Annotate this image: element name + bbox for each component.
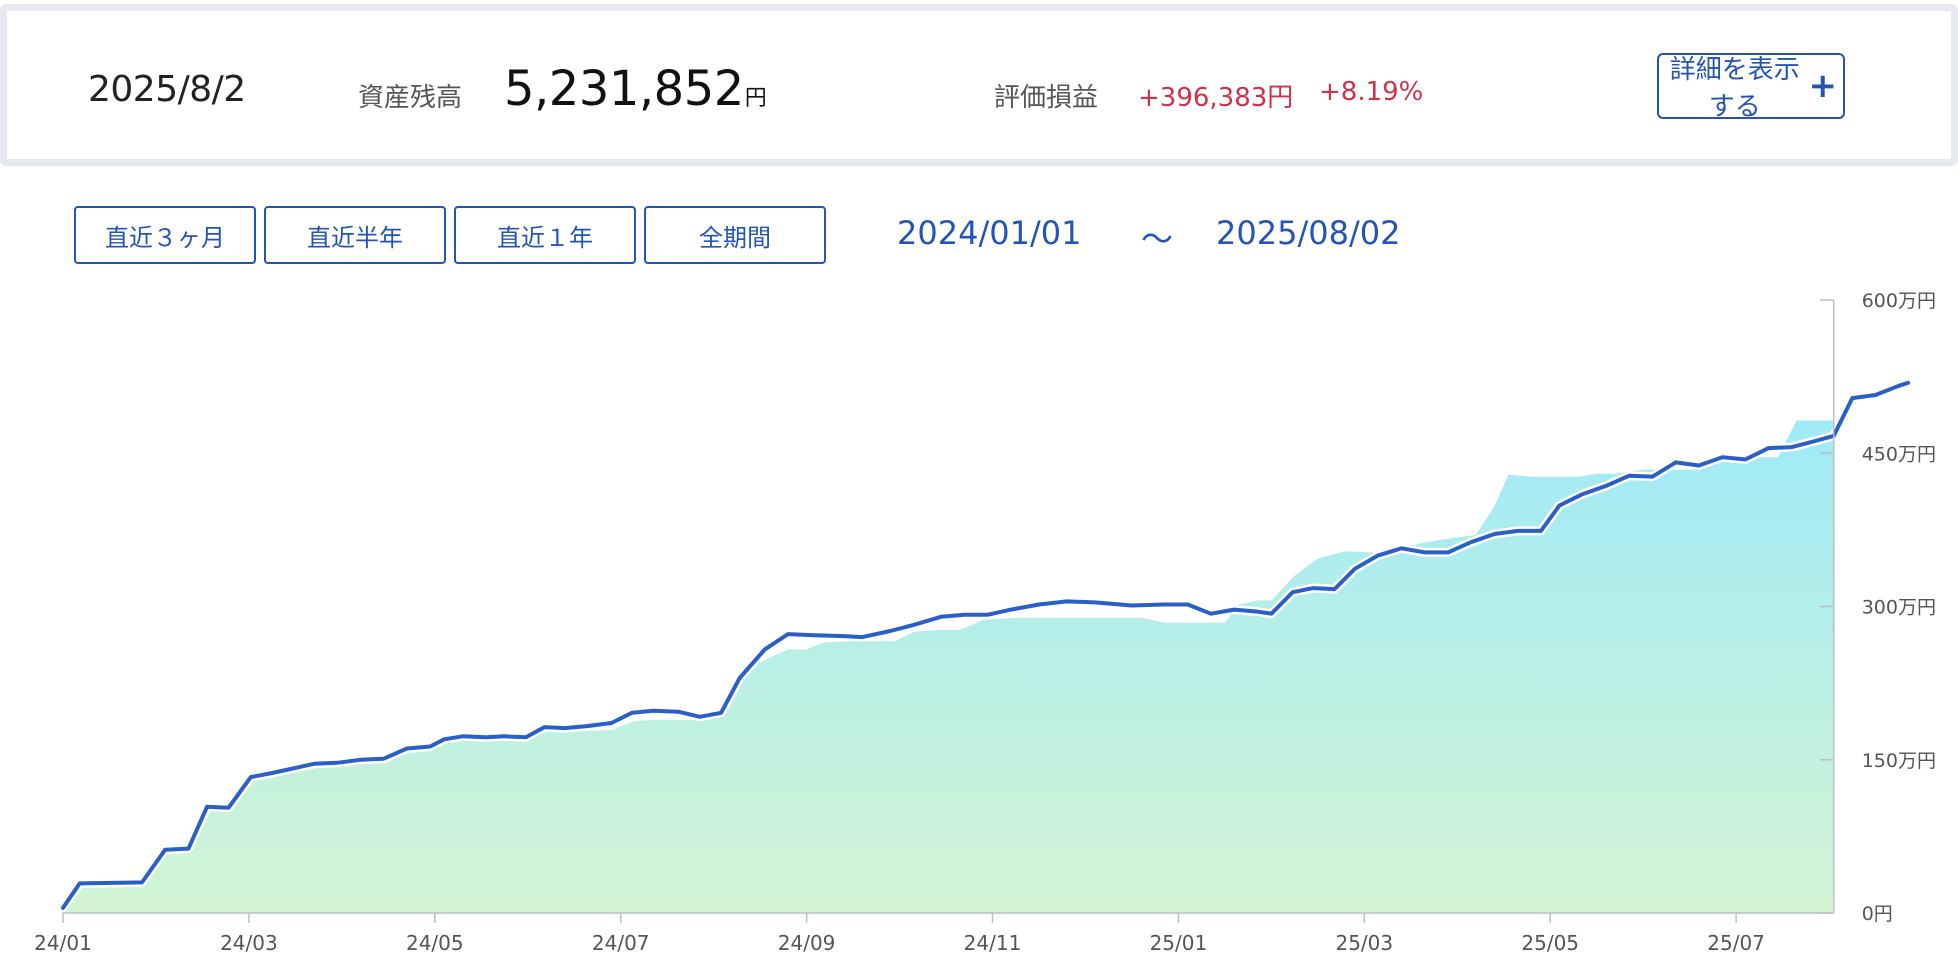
principal-area	[63, 420, 1834, 913]
asset-chart: 0円 150万円 300万円 450万円 600万円 24/01 24/03 24/05 24/…	[34, 290, 1936, 955]
x-tick-label: 24/01	[34, 931, 92, 955]
y-tick-label: 0円	[1862, 903, 1893, 925]
x-tick-label: 24/03	[220, 931, 278, 955]
y-tick-label: 150万円	[1862, 750, 1936, 772]
x-tick-label: 24/11	[964, 931, 1022, 955]
y-tick-label: 450万円	[1862, 443, 1936, 465]
x-tick-label: 24/07	[592, 931, 650, 955]
y-tick-label: 600万円	[1862, 290, 1936, 312]
x-tick-label: 25/03	[1335, 931, 1393, 955]
x-tick-label: 24/09	[778, 931, 836, 955]
x-tick-label: 25/01	[1150, 931, 1208, 955]
x-tick-label: 25/05	[1521, 931, 1579, 955]
x-tick-label: 25/07	[1707, 931, 1765, 955]
y-tick-label: 300万円	[1862, 597, 1936, 619]
x-tick-label: 24/05	[406, 931, 464, 955]
